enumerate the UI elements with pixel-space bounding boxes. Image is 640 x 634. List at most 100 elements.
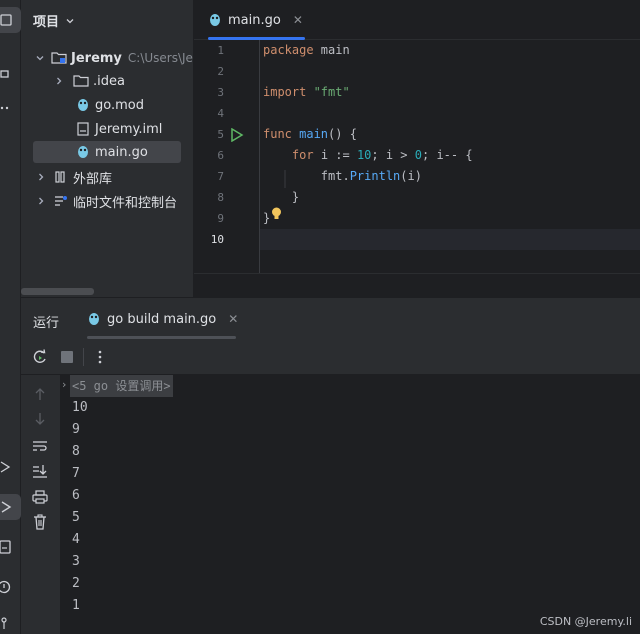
tree-item-external-libraries[interactable]: 外部库 bbox=[21, 166, 193, 188]
run-gutter-icon[interactable] bbox=[230, 128, 244, 142]
run-panel-title: 运行 bbox=[33, 316, 60, 331]
current-line-highlight bbox=[194, 229, 640, 250]
line-number: 7 bbox=[217, 170, 224, 183]
code-token: ; i > bbox=[371, 148, 415, 162]
soft-wrap-icon[interactable] bbox=[31, 437, 49, 455]
module-folder-icon bbox=[51, 50, 67, 66]
code-token: for bbox=[291, 148, 314, 162]
line-number: 2 bbox=[217, 65, 224, 78]
rerun-icon[interactable] bbox=[31, 348, 49, 366]
line-number: 4 bbox=[217, 107, 224, 120]
editor-gutter: 1 2 3 4 5 6 7 8 9 10 bbox=[194, 40, 260, 273]
code-token: "fmt" bbox=[306, 85, 350, 99]
structure-tool-icon[interactable] bbox=[0, 61, 21, 87]
console-output[interactable] bbox=[60, 375, 640, 634]
chevron-right-icon[interactable] bbox=[35, 195, 47, 207]
line-number: 5 bbox=[217, 128, 224, 141]
tree-item-label: Jeremy.iml bbox=[95, 121, 163, 137]
tree-item-scratches[interactable]: 临时文件和控制台 bbox=[21, 190, 193, 212]
code-line-7[interactable]: fmt.Println(i) bbox=[263, 166, 422, 187]
run-panel-header: 运行 go build main.go ✕ bbox=[21, 297, 640, 339]
project-panel: 项目 Jeremy C:\Users\Jer .idea go.mod Jere… bbox=[21, 0, 193, 297]
code-token: i := bbox=[313, 148, 357, 162]
arrow-down-icon[interactable] bbox=[31, 410, 49, 428]
tree-item-idea[interactable]: .idea bbox=[21, 70, 193, 92]
go-mod-file-icon bbox=[75, 97, 91, 113]
run-tab[interactable]: go build main.go ✕ bbox=[87, 308, 238, 330]
code-line-1[interactable]: package main bbox=[263, 40, 350, 61]
console-line: 6 bbox=[72, 488, 80, 503]
tree-item-main-go[interactable]: main.go bbox=[33, 141, 181, 163]
tree-item-go-mod[interactable]: go.mod bbox=[21, 94, 193, 116]
code-token: package bbox=[263, 43, 314, 57]
console-line: 10 bbox=[72, 400, 88, 415]
code-token: () { bbox=[328, 127, 357, 141]
code-token: func bbox=[263, 127, 292, 141]
project-panel-header[interactable]: 项目 bbox=[33, 11, 75, 30]
close-icon[interactable]: ✕ bbox=[228, 312, 238, 326]
code-token: main bbox=[291, 127, 329, 141]
terminal-tool-icon[interactable] bbox=[0, 534, 21, 560]
console-line: 2 bbox=[72, 576, 80, 591]
problems-tool-icon[interactable] bbox=[0, 574, 21, 600]
go-file-icon bbox=[89, 313, 99, 325]
tree-item-label: Jeremy bbox=[71, 50, 122, 66]
line-number: 1 bbox=[217, 44, 224, 57]
tree-item-label: go.mod bbox=[95, 97, 144, 113]
run-tool-icon[interactable] bbox=[0, 494, 21, 520]
console-line: 1 bbox=[72, 598, 80, 613]
code-token: 10 bbox=[356, 148, 372, 162]
tree-item-jeremy[interactable]: Jeremy C:\Users\Jer bbox=[21, 47, 193, 69]
chevron-down-icon[interactable] bbox=[35, 52, 45, 64]
git-tool-icon[interactable] bbox=[0, 610, 21, 634]
run-toolbar bbox=[21, 339, 640, 375]
code-token: (i) bbox=[400, 169, 422, 183]
code-line-5[interactable]: func main() { bbox=[263, 124, 357, 145]
code-token: main bbox=[313, 43, 350, 57]
go-file-icon bbox=[75, 144, 91, 160]
project-scrollbar[interactable] bbox=[21, 288, 94, 295]
code-token: ; i-- { bbox=[422, 148, 473, 162]
activity-strip bbox=[0, 0, 21, 634]
folder-icon bbox=[73, 73, 89, 89]
line-number: 8 bbox=[217, 191, 224, 204]
run-tab-label: go build main.go bbox=[107, 311, 217, 327]
stop-icon[interactable] bbox=[58, 348, 76, 366]
library-icon bbox=[53, 169, 69, 185]
project-panel-title: 项目 bbox=[33, 15, 60, 30]
editor-tab-bar: main.go ✕ bbox=[194, 0, 640, 40]
console-line: 9 bbox=[72, 422, 80, 437]
trash-icon[interactable] bbox=[31, 513, 49, 531]
line-number: 10 bbox=[210, 233, 224, 246]
scroll-to-end-icon[interactable] bbox=[31, 462, 49, 480]
editor-bottom-bar bbox=[194, 273, 640, 297]
services-tool-icon[interactable] bbox=[0, 454, 21, 480]
console-line: 4 bbox=[72, 532, 80, 547]
chevron-right-icon[interactable] bbox=[53, 75, 65, 87]
go-file-icon bbox=[210, 14, 220, 26]
watermark: CSDN @Jeremy.li bbox=[539, 615, 632, 628]
arrow-up-icon[interactable] bbox=[31, 385, 49, 403]
print-icon[interactable] bbox=[31, 488, 49, 506]
console-process-header[interactable]: <5 go 设置调用> bbox=[70, 375, 173, 397]
close-icon[interactable]: ✕ bbox=[293, 13, 303, 27]
iml-file-icon bbox=[75, 121, 91, 137]
line-number: 3 bbox=[217, 86, 224, 99]
more-options-icon[interactable] bbox=[91, 348, 109, 366]
tab-main-go[interactable]: main.go ✕ bbox=[202, 0, 309, 40]
lightbulb-icon[interactable] bbox=[270, 206, 283, 222]
chevron-right-icon[interactable] bbox=[35, 171, 47, 183]
tree-item-label: .idea bbox=[93, 73, 125, 89]
code-token: Println bbox=[349, 169, 401, 183]
project-tool-icon[interactable] bbox=[0, 7, 21, 33]
tree-item-jeremy-iml[interactable]: Jeremy.iml bbox=[21, 118, 193, 140]
code-line-3[interactable]: import "fmt" bbox=[263, 82, 350, 103]
code-line-8[interactable]: } bbox=[263, 187, 299, 208]
chevron-right-icon[interactable]: › bbox=[62, 378, 66, 391]
more-tools-icon[interactable] bbox=[0, 95, 21, 121]
toolbar-divider bbox=[83, 348, 84, 366]
line-number: 9 bbox=[217, 212, 224, 225]
code-line-6[interactable]: for i := 10; i > 0; i-- { bbox=[263, 145, 473, 166]
